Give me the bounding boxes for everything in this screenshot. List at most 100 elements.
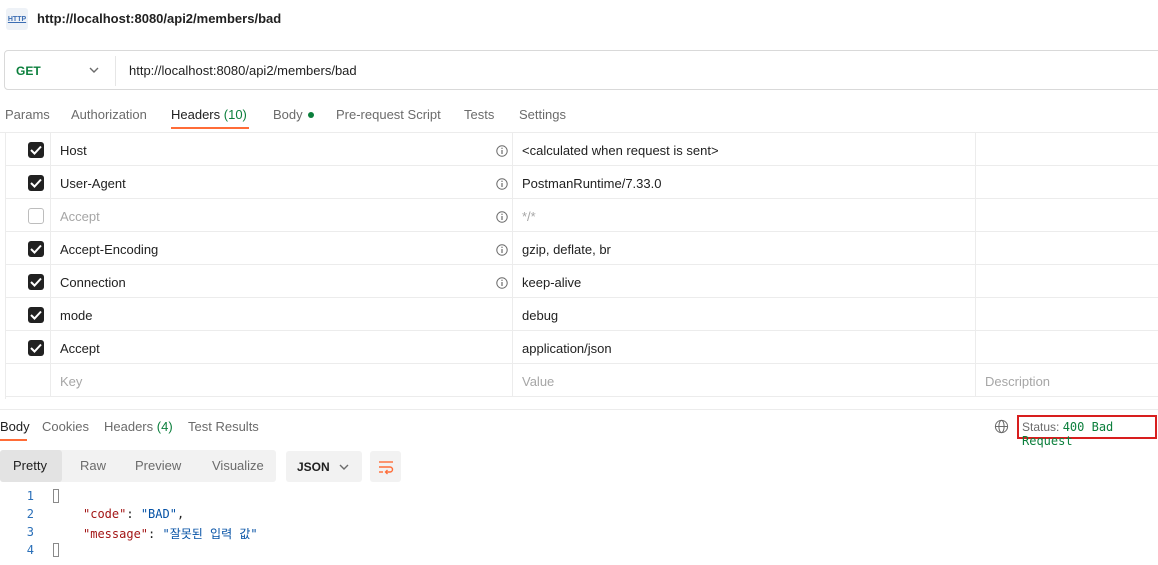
column-divider: [975, 166, 976, 198]
header-key[interactable]: Accept: [60, 341, 100, 356]
header-row: Accept */*: [5, 199, 1158, 232]
column-divider: [512, 232, 513, 264]
column-divider: [975, 298, 976, 330]
header-enabled-checkbox[interactable]: [28, 274, 44, 290]
response-tab-headers[interactable]: Headers (4): [104, 419, 173, 434]
header-enabled-checkbox[interactable]: [28, 340, 44, 356]
column-divider: [50, 298, 51, 330]
header-value[interactable]: gzip, deflate, br: [522, 242, 611, 257]
header-value[interactable]: */*: [522, 209, 536, 224]
line-number: 2: [26, 507, 34, 521]
info-icon[interactable]: [496, 177, 508, 190]
header-value[interactable]: application/json: [522, 341, 612, 356]
header-value[interactable]: PostmanRuntime/7.33.0: [522, 176, 661, 191]
column-divider: [512, 265, 513, 297]
header-key[interactable]: mode: [60, 308, 93, 323]
header-value[interactable]: <calculated when request is sent>: [522, 143, 719, 158]
header-row: Accept application/json: [5, 331, 1158, 364]
tab-headers-label: Headers: [171, 107, 221, 122]
line-number: 3: [26, 525, 34, 539]
brace-match-box: [53, 488, 59, 503]
tab-tests[interactable]: Tests: [464, 107, 494, 122]
tab-params[interactable]: Params: [5, 107, 50, 122]
view-pretty-button[interactable]: Pretty: [13, 458, 47, 473]
header-row: Connection keep-alive: [5, 265, 1158, 298]
url-input[interactable]: http://localhost:8080/api2/members/bad: [129, 63, 357, 78]
response-tab-cookies[interactable]: Cookies: [42, 419, 89, 434]
method-select[interactable]: GET: [16, 64, 41, 78]
line-number: 1: [26, 489, 34, 503]
chevron-down-icon[interactable]: [88, 64, 100, 76]
url-divider: [115, 56, 116, 86]
new-key-placeholder[interactable]: Key: [60, 374, 82, 389]
column-divider: [50, 265, 51, 297]
column-divider: [975, 199, 976, 231]
tab-settings[interactable]: Settings: [519, 107, 566, 122]
headers-table: Host <calculated when request is sent> Use…: [5, 133, 1158, 397]
line-number: 4: [26, 543, 34, 557]
body-set-dot: [307, 111, 314, 118]
view-visualize-button[interactable]: Visualize: [212, 458, 264, 473]
tab-authorization[interactable]: Authorization: [71, 107, 147, 122]
new-value-placeholder[interactable]: Value: [522, 374, 554, 389]
column-divider: [975, 133, 976, 165]
header-value[interactable]: debug: [522, 308, 558, 323]
response-headers-count: (4): [156, 419, 173, 434]
http-request-icon: HTTP: [6, 8, 28, 30]
response-tab-test-results[interactable]: Test Results: [188, 419, 259, 434]
request-tab-title: http://localhost:8080/api2/members/bad: [37, 11, 282, 26]
header-enabled-checkbox[interactable]: [28, 307, 44, 323]
new-header-row: Key Value Description: [5, 364, 1158, 397]
tab-body[interactable]: Body: [273, 107, 314, 122]
tab-headers[interactable]: Headers (10): [171, 107, 247, 122]
header-row: mode debug: [5, 298, 1158, 331]
column-divider: [975, 364, 976, 396]
view-raw-button[interactable]: Raw: [80, 458, 106, 473]
response-status: Status: 400 Bad Request: [1022, 420, 1158, 448]
header-key[interactable]: Accept-Encoding: [60, 242, 158, 257]
column-divider: [512, 166, 513, 198]
header-enabled-checkbox[interactable]: [28, 175, 44, 191]
format-label: JSON: [297, 460, 330, 474]
column-divider: [512, 133, 513, 165]
json-line-code: "code": "BAD",: [83, 507, 185, 521]
info-icon[interactable]: [496, 144, 508, 157]
active-tab-indicator: [171, 127, 249, 129]
column-divider: [50, 364, 51, 396]
column-divider: [512, 298, 513, 330]
tab-headers-count: (10): [223, 107, 247, 122]
info-icon[interactable]: [496, 210, 508, 223]
info-icon[interactable]: [496, 243, 508, 256]
status-label: Status:: [1022, 420, 1060, 434]
response-divider: [0, 409, 1158, 410]
globe-icon[interactable]: [994, 419, 1009, 434]
header-row: User-Agent PostmanRuntime/7.33.0: [5, 166, 1158, 199]
tab-pre-request-script[interactable]: Pre-request Script: [336, 107, 441, 122]
column-divider: [975, 331, 976, 363]
header-enabled-checkbox[interactable]: [28, 241, 44, 257]
header-key[interactable]: User-Agent: [60, 176, 126, 191]
header-enabled-checkbox[interactable]: [28, 142, 44, 158]
new-description-placeholder[interactable]: Description: [985, 374, 1050, 389]
chevron-down-icon: [339, 464, 349, 470]
column-divider: [975, 232, 976, 264]
header-value[interactable]: keep-alive: [522, 275, 581, 290]
json-line-message: "message": "잘못된 입력 값": [83, 527, 258, 541]
column-divider: [50, 232, 51, 264]
header-row: Host <calculated when request is sent>: [5, 133, 1158, 166]
response-tab-body[interactable]: Body: [0, 419, 30, 434]
header-row: Accept-Encoding gzip, deflate, br: [5, 232, 1158, 265]
column-divider: [512, 199, 513, 231]
info-icon[interactable]: [496, 276, 508, 289]
column-divider: [50, 133, 51, 165]
view-preview-button[interactable]: Preview: [135, 458, 181, 473]
wrap-lines-icon: [379, 461, 394, 475]
header-key[interactable]: Host: [60, 143, 87, 158]
brace-match-box: [53, 542, 59, 557]
header-key[interactable]: Connection: [60, 275, 126, 290]
json-key: "message": [83, 527, 149, 541]
response-active-tab-indicator: [0, 439, 27, 441]
json-close-brace: [53, 542, 59, 557]
header-enabled-checkbox[interactable]: [28, 208, 44, 224]
header-key[interactable]: Accept: [60, 209, 100, 224]
